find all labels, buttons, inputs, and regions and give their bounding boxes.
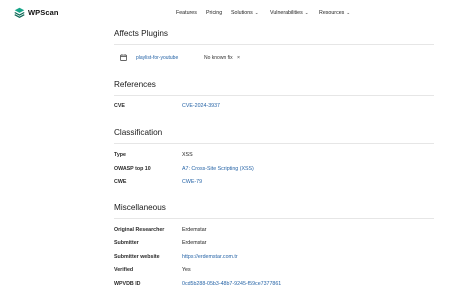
chevron-down-icon: ⌄ <box>346 10 351 15</box>
verified-label: Verified <box>114 267 134 273</box>
divider <box>114 143 434 144</box>
cwe-link[interactable]: CWE-79 <box>182 179 202 185</box>
nav-solutions[interactable]: Solutions ⌄ <box>231 10 259 16</box>
submitter-label: Submitter <box>114 240 139 246</box>
wpvdb-id-link[interactable]: 0cd5b288-05b3-48b7-9245-f59ce7377861 <box>182 281 281 287</box>
close-icon: × <box>237 54 241 61</box>
affects-plugins-title: Affects Plugins <box>114 29 169 38</box>
top-navbar: WPScan Features Pricing Solutions ⌄ Vuln… <box>0 0 474 27</box>
cve-link[interactable]: CVE-2024-3937 <box>182 103 220 109</box>
original-researcher-value: Erdemstar <box>182 227 207 233</box>
original-researcher-label: Original Researcher <box>114 227 165 233</box>
nav-vulnerabilities[interactable]: Vulnerabilities ⌄ <box>270 10 309 16</box>
brand-logo[interactable]: WPScan <box>14 7 59 18</box>
chevron-down-icon: ⌄ <box>304 10 309 15</box>
nav-pricing[interactable]: Pricing <box>206 10 222 16</box>
classification-title: Classification <box>114 128 163 137</box>
cwe-label: CWE <box>114 179 127 185</box>
plugin-fix-status: No known fix <box>204 55 233 61</box>
owasp-label: OWASP top 10 <box>114 166 151 172</box>
owasp-link[interactable]: A7: Cross-Site Scripting (XSS) <box>182 166 254 172</box>
plugin-calendar-icon <box>120 54 127 61</box>
nav-resources-label: Resources <box>319 10 345 16</box>
divider <box>114 218 434 219</box>
cve-label: CVE <box>114 103 125 109</box>
submitter-website-label: Submitter website <box>114 254 160 260</box>
verified-value: Yes <box>182 267 191 273</box>
nav-vulnerabilities-label: Vulnerabilities <box>270 10 303 16</box>
divider <box>114 95 434 96</box>
nav-resources[interactable]: Resources ⌄ <box>319 10 350 16</box>
wpscan-logo-icon <box>14 7 25 18</box>
plugin-link[interactable]: playlist-for-youtube <box>136 55 178 61</box>
type-value: XSS <box>182 152 193 158</box>
references-title: References <box>114 80 156 89</box>
nav-features[interactable]: Features <box>176 10 197 16</box>
wpvdb-id-label: WPVDB ID <box>114 281 141 287</box>
type-label: Type <box>114 152 126 158</box>
nav-solutions-label: Solutions <box>231 10 253 16</box>
chevron-down-icon: ⌄ <box>254 10 259 15</box>
submitter-website-link[interactable]: https://erdemstar.com.tr <box>182 254 238 260</box>
miscellaneous-title: Miscellaneous <box>114 203 166 212</box>
submitter-value: Erdemstar <box>182 240 207 246</box>
brand-name: WPScan <box>28 8 59 17</box>
divider <box>114 44 434 45</box>
